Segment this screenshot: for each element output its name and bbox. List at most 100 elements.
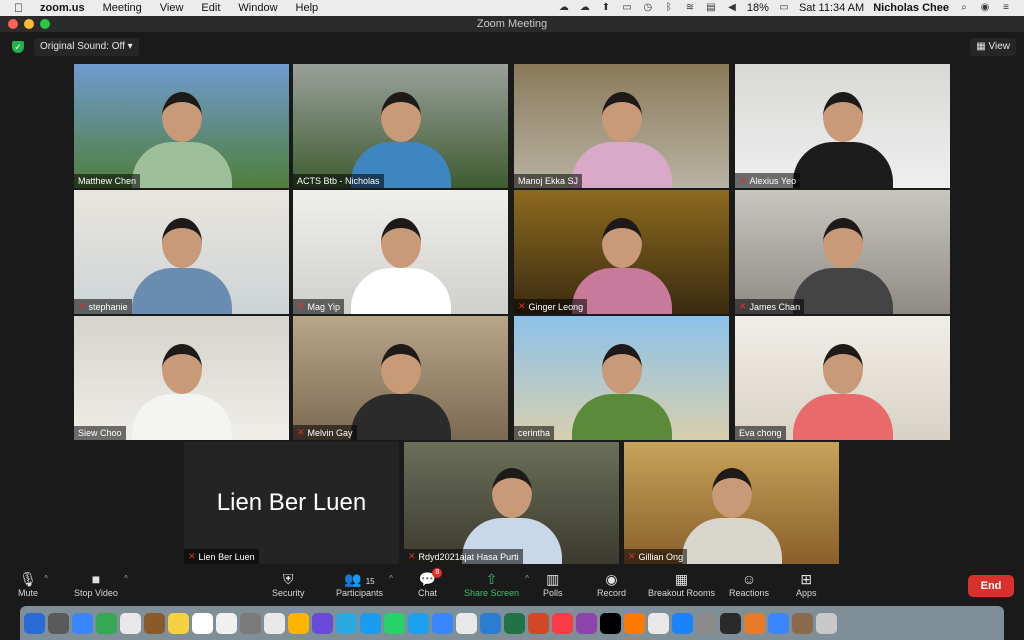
wifi-icon[interactable]: ≋ [684,3,696,13]
dock-app-icon[interactable] [768,612,789,634]
participant-tile[interactable]: ✕ Mag Yip [293,190,508,314]
reactions-button[interactable]: ☺ Reactions [729,570,769,598]
clock[interactable]: Sat 11:34 AM [799,2,864,14]
dock-app-icon[interactable] [264,612,285,634]
dock-app-icon[interactable] [144,612,165,634]
menu-meeting[interactable]: Meeting [103,2,142,14]
dock-app-icon[interactable] [528,612,549,634]
dock-app-icon[interactable] [480,612,501,634]
close-window-button[interactable] [8,19,18,29]
siri-icon[interactable]: ◉ [979,3,991,13]
control-center-icon[interactable]: ≡ [1000,3,1012,13]
participant-tile[interactable]: ✕ Melvin Gay [293,316,508,440]
end-meeting-button[interactable]: End [968,575,1014,597]
cloud-icon[interactable]: ☁ [558,3,570,13]
dock-app-icon[interactable] [792,612,813,634]
participant-tile[interactable]: ✕ stephanie [74,190,289,314]
dock-app-icon[interactable] [312,612,333,634]
dock-app-icon[interactable] [120,612,141,634]
chevron-up-icon[interactable]: ^ [525,574,529,583]
dock-app-icon[interactable] [624,612,645,634]
airplay-icon[interactable]: ▭ [621,3,633,13]
participant-tile[interactable]: Lien Ber Luen ✕ Lien Ber Luen [184,442,399,564]
zoom-window-button[interactable] [40,19,50,29]
participant-tile[interactable]: ACTS Btb - Nicholas [293,64,508,188]
apple-icon[interactable]:  [14,1,30,15]
dock-app-icon[interactable] [552,612,573,634]
dock-app-icon[interactable] [72,612,93,634]
breakout-rooms-button[interactable]: ▦ Breakout Rooms [648,570,715,598]
original-sound-toggle[interactable]: Original Sound: Off ▾ [34,38,139,56]
dock-app-icon[interactable] [600,612,621,634]
participant-tile[interactable]: Manoj Ekka SJ [514,64,729,188]
dock-app-icon[interactable] [744,612,765,634]
dock-app-icon[interactable] [360,612,381,634]
dock-app-icon[interactable] [720,612,741,634]
participants-button[interactable]: 👥 15 Participants ^ [336,570,393,598]
stop-video-button[interactable]: ■ Stop Video ^ [74,570,128,598]
menu-view[interactable]: View [160,2,184,14]
participant-head [601,218,642,268]
volume-icon[interactable]: ◀ [726,3,738,13]
participant-tile[interactable]: ✕ James Chan [735,190,950,314]
record-button[interactable]: ◉ Record [597,570,626,598]
upload-icon[interactable]: ⬆ [600,3,612,13]
dock-app-icon[interactable] [96,612,117,634]
participant-name: Alexius Yeo [749,175,797,186]
cloud-icon[interactable]: ☁ [579,3,591,13]
chevron-up-icon[interactable]: ^ [389,574,393,583]
battery-icon[interactable]: ▭ [778,3,790,13]
dock-app-icon[interactable] [696,612,717,634]
participant-name-label: ✕ James Chan [735,299,805,314]
dock-app-icon[interactable] [408,612,429,634]
dock-app-icon[interactable] [504,612,525,634]
dock-app-icon[interactable] [240,612,261,634]
participant-tile[interactable]: cerintha [514,316,729,440]
minimize-window-button[interactable] [24,19,34,29]
keyboard-icon[interactable]: ▤ [705,3,717,13]
mute-button[interactable]: 🎙 Mute ^ [18,570,48,598]
dock-app-icon[interactable] [672,612,693,634]
security-button[interactable]: ⛨ Security [272,570,305,598]
dock-app-icon[interactable] [24,612,45,634]
share-screen-button[interactable]: ⇧ Share Screen ^ [464,570,529,598]
bluetooth-icon[interactable]: ᛒ [663,3,675,13]
dock-app-icon[interactable] [384,612,405,634]
dock-app-icon[interactable] [192,612,213,634]
chevron-up-icon[interactable]: ^ [44,574,48,583]
participant-name-label: ✕ Rdyd2021ajat Hasa Purti [404,549,523,564]
dock-app-icon[interactable] [168,612,189,634]
participant-tile[interactable]: ✕ Gillian Ong [624,442,839,564]
dock-app-icon[interactable] [648,612,669,634]
chat-button[interactable]: 💬 8 Chat [418,568,443,598]
view-button[interactable]: ▦ View [970,38,1016,56]
encryption-shield-icon[interactable]: ✓ [12,41,24,53]
participant-tile[interactable]: ✕ Alexius Yeo [735,64,950,188]
time-machine-icon[interactable]: ◷ [642,3,654,13]
menu-edit[interactable]: Edit [201,2,220,14]
apps-button[interactable]: ⊞ Apps [796,570,817,598]
menu-window[interactable]: Window [238,2,277,14]
dock-app-icon[interactable] [456,612,477,634]
participant-tile[interactable]: Siew Choo [74,316,289,440]
participant-tile[interactable]: ✕ Ginger Leong [514,190,729,314]
participant-tile[interactable]: Eva chong [735,316,950,440]
dock-app-icon[interactable] [48,612,69,634]
dock-app-icon[interactable] [816,612,837,634]
dock-app-icon[interactable] [336,612,357,634]
muted-microphone-icon: ✕ [188,551,196,561]
polls-button[interactable]: ▥ Polls [543,570,563,598]
dock-app-icon[interactable] [576,612,597,634]
dock-app-icon[interactable] [288,612,309,634]
spotlight-search-icon[interactable]: ⌕ [958,3,970,13]
participant-tile[interactable]: Matthew Chen [74,64,289,188]
dock-app-icon[interactable] [216,612,237,634]
user-name[interactable]: Nicholas Chee [873,2,949,14]
chevron-up-icon[interactable]: ^ [124,574,128,583]
menu-help[interactable]: Help [296,2,319,14]
battery-percentage[interactable]: 18% [747,2,769,14]
dock-app-icon[interactable] [432,612,453,634]
menu-app-name[interactable]: zoom.us [40,2,85,14]
muted-microphone-icon: ✕ [628,551,636,561]
participant-tile[interactable]: ✕ Rdyd2021ajat Hasa Purti [404,442,619,564]
